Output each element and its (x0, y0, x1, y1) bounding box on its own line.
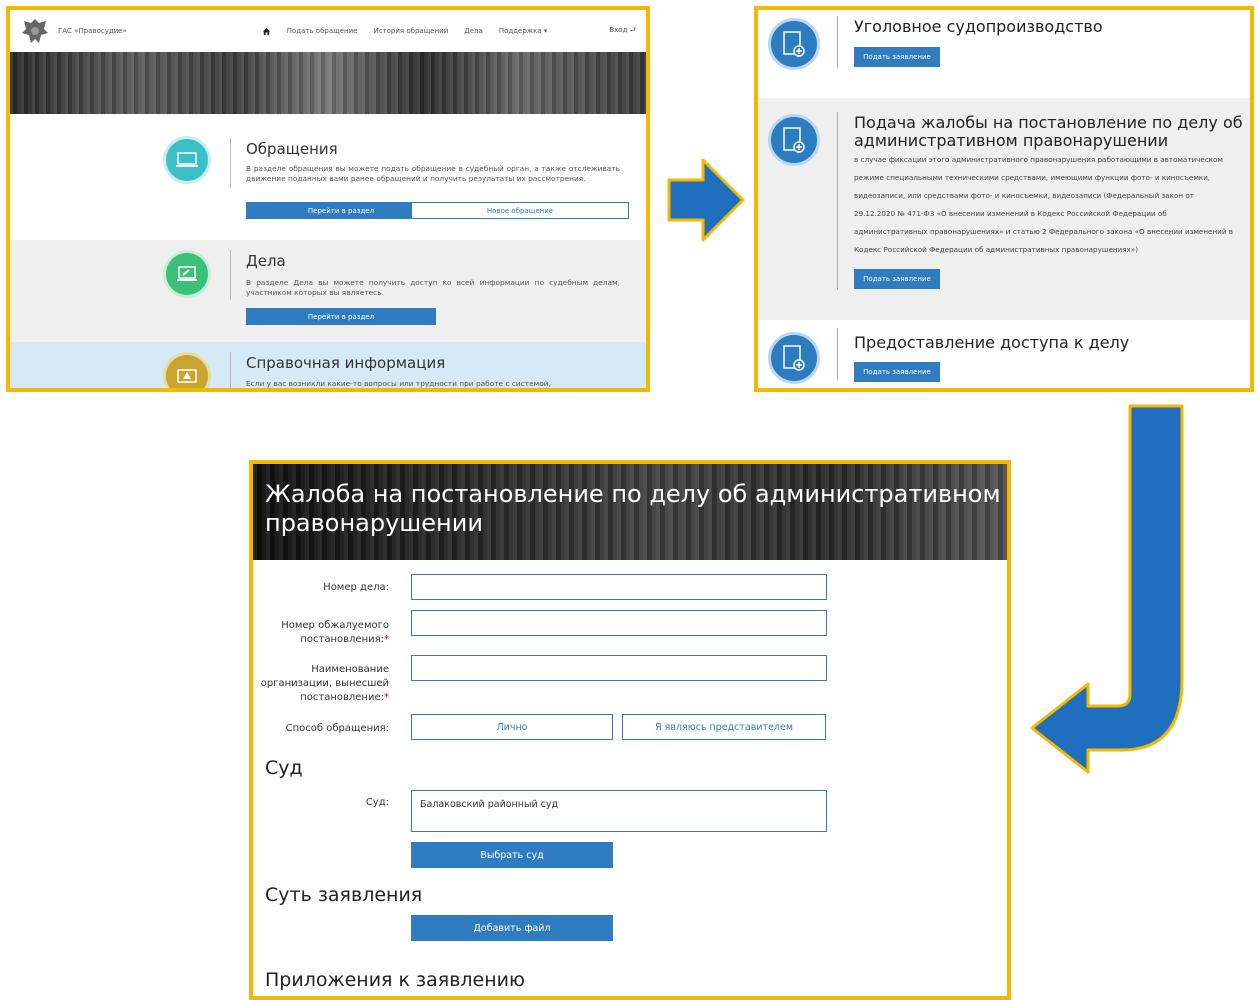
service-title: Предоставление доступа к делу (854, 333, 1130, 352)
document-add-icon (768, 114, 820, 166)
case-number-label: Номер дела: (253, 581, 389, 595)
section-reference: Справочная информация Если у вас возникл… (10, 342, 646, 388)
add-file-button[interactable]: Добавить файл (411, 915, 613, 941)
laptop-icon (163, 136, 211, 184)
method-representative-button[interactable]: Я являюсь представителем (622, 714, 826, 740)
arrow-curved-icon (1030, 404, 1184, 774)
services-list-screenshot: Уголовное судопроизводство Подать заявле… (754, 6, 1254, 392)
section-appeals: Обращения В разделе обращения вы можете … (10, 114, 646, 240)
login-label: Вход (609, 25, 628, 34)
submit-application-button[interactable]: Подать заявление (854, 269, 940, 289)
hero-banner (10, 52, 646, 114)
method-in-person-button[interactable]: Лично (411, 714, 613, 740)
label-text: Способ обращения: (285, 723, 389, 734)
court-label: Суд: (253, 796, 389, 810)
warning-icon (163, 352, 211, 388)
submit-application-button[interactable]: Подать заявление (854, 362, 940, 382)
nav-appeal-history[interactable]: История обращений (373, 27, 448, 35)
attachments-section-heading: Приложения к заявлению (265, 969, 525, 991)
section-title: Обращения (246, 140, 338, 158)
label-text: Наименование организации, вынесшей поста… (260, 664, 389, 703)
go-to-section-button[interactable]: Перейти в раздел (246, 308, 436, 325)
service-title: Уголовное судопроизводство (854, 17, 1103, 36)
choose-court-button[interactable]: Выбрать суд (411, 842, 613, 868)
method-label: Способ обращения: (253, 722, 389, 736)
portal-home-screenshot: ГАС «Правосудие» Подать обращение Истори… (6, 6, 650, 392)
service-criminal: Уголовное судопроизводство Подать заявле… (758, 10, 1250, 98)
service-description: в случае фиксации этого административног… (854, 155, 1234, 254)
organization-label: Наименование организации, вынесшей поста… (253, 663, 389, 705)
decision-number-input[interactable] (411, 610, 827, 636)
login-icon: ⮐ (629, 25, 636, 34)
section-cases: Дела В разделе Дела вы можете получить д… (10, 240, 646, 342)
arrow-right-icon (667, 158, 745, 242)
section-title: Справочная информация (246, 354, 446, 372)
login-link[interactable]: Вход ⮐ (609, 26, 636, 37)
nav-support[interactable]: Поддержка ▾ (499, 27, 548, 35)
new-appeal-button[interactable]: Новое обращение (411, 202, 629, 219)
document-add-icon (768, 332, 820, 384)
document-add-icon (768, 18, 820, 70)
complaint-form-screenshot: Жалоба на постановление по делу об админ… (249, 460, 1011, 1000)
section-text: В разделе Дела вы можете получить доступ… (246, 278, 620, 297)
gavel-icon (163, 250, 211, 298)
case-number-input[interactable] (411, 574, 827, 600)
home-icon[interactable] (262, 27, 271, 36)
section-text: Если у вас возникли какие-то вопросы или… (246, 379, 551, 388)
go-to-section-button[interactable]: Перейти в раздел (246, 202, 436, 219)
label-text: Номер дела: (323, 582, 389, 593)
essence-section-heading: Суть заявления (265, 884, 423, 906)
form-title: Жалоба на постановление по делу об админ… (265, 480, 1001, 537)
submit-application-button[interactable]: Подать заявление (854, 47, 940, 67)
label-text: Номер обжалуемого постановления: (281, 620, 389, 645)
organization-input[interactable] (411, 655, 827, 681)
label-text: Суд: (365, 797, 389, 808)
service-title: Подача жалобы на постановление по делу о… (854, 113, 1243, 150)
site-name[interactable]: ГАС «Правосудие» (58, 27, 127, 35)
court-section-heading: Суд (265, 757, 303, 779)
top-navigation: ГАС «Правосудие» Подать обращение Истори… (10, 10, 646, 52)
form-header-banner: Жалоба на постановление по делу об админ… (253, 464, 1007, 560)
nav-submit-appeal[interactable]: Подать обращение (287, 27, 358, 35)
section-text: В разделе обращения вы можете подать обр… (246, 164, 620, 183)
decision-number-label: Номер обжалуемого постановления:* (253, 619, 389, 647)
section-title: Дела (246, 252, 286, 270)
court-field[interactable]: Балаковский районный суд (411, 790, 827, 832)
service-case-access: Предоставление доступа к делу Подать зая… (758, 320, 1250, 388)
required-mark: * (384, 692, 389, 703)
coat-of-arms-icon (22, 19, 48, 43)
service-admin-complaint: Подача жалобы на постановление по делу о… (758, 98, 1250, 320)
nav-cases[interactable]: Дела (464, 27, 483, 35)
required-mark: * (384, 634, 389, 645)
